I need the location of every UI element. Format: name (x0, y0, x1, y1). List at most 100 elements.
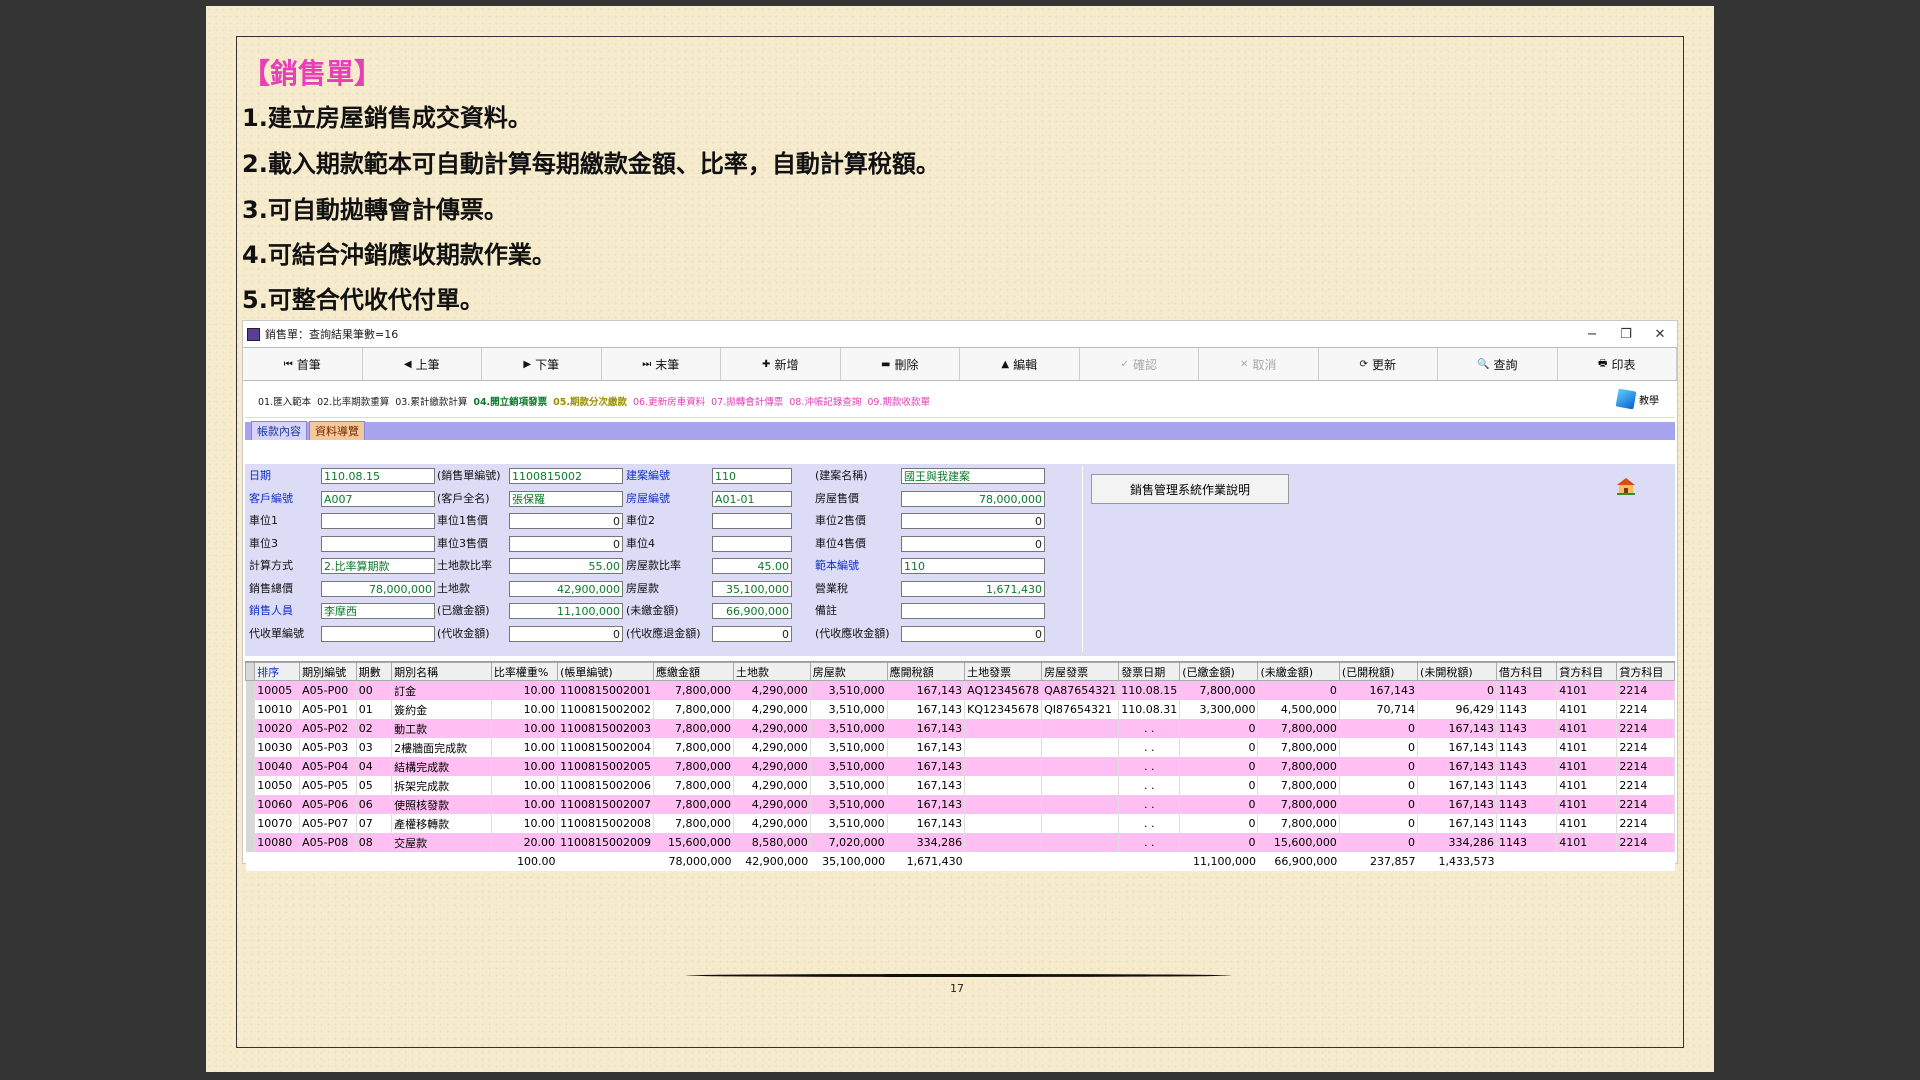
column-header[interactable]: 應繳金額 (653, 662, 734, 681)
tab-account-content[interactable]: 帳款內容 (251, 421, 307, 440)
column-header[interactable]: (已開稅額) (1338, 662, 1419, 681)
column-header[interactable]: (未開稅額) (1417, 662, 1497, 681)
row-indicator[interactable] (245, 719, 256, 738)
field-input[interactable]: 1,671,430 (901, 580, 1045, 597)
table-row[interactable]: 10060 A05-P06 06 使照核發款 10.00 1100815002007 7,8… (245, 795, 1675, 814)
field-input[interactable]: 45.00 (712, 558, 792, 574)
field-label[interactable]: 客戶編號 (245, 490, 321, 508)
field-input[interactable] (321, 625, 435, 642)
toolbar-button-6[interactable]: ▲ 編輯 (960, 348, 1080, 380)
field-input[interactable]: 李摩西 (321, 603, 435, 619)
field-input[interactable]: 1100815002 (509, 468, 623, 484)
column-header[interactable]: 土地發票 (964, 662, 1043, 681)
toolbar-button-7[interactable]: ✓ 確認 (1080, 348, 1199, 380)
column-header[interactable]: 土地款 (732, 662, 811, 681)
column-header[interactable]: 房屋發票 (1041, 662, 1120, 681)
function-tab-1[interactable]: 02.比率期款重算 (314, 394, 392, 408)
field-input[interactable]: A007 (321, 490, 435, 507)
field-input[interactable]: 35,100,000 (712, 580, 792, 597)
column-header[interactable]: 應開稅額 (886, 662, 966, 681)
row-indicator[interactable] (245, 776, 256, 795)
function-tab-3[interactable]: 04.開立銷項發票 (470, 394, 550, 408)
column-header[interactable]: 貸方科目 (1556, 662, 1618, 681)
toolbar-button-8[interactable]: ✕ 取消 (1199, 348, 1319, 380)
row-indicator[interactable] (245, 757, 256, 776)
column-header[interactable]: 期數 (355, 662, 393, 681)
field-label[interactable]: 建案編號 (622, 467, 712, 485)
field-input[interactable]: 55.00 (509, 558, 623, 574)
table-row[interactable]: 10005 A05-P00 00 訂金 10.00 1100815002001 7,800,… (245, 680, 1675, 700)
field-input[interactable]: 0 (901, 513, 1045, 529)
field-input[interactable] (712, 513, 792, 529)
row-indicator[interactable] (245, 738, 256, 757)
row-indicator[interactable] (245, 833, 256, 852)
field-input[interactable]: 2.比率算期款 (321, 558, 435, 574)
column-header[interactable]: 貸方科目 (1616, 662, 1675, 681)
field-input[interactable]: 張保羅 (509, 490, 623, 507)
column-header[interactable]: 房屋款 (809, 662, 888, 681)
row-indicator[interactable] (245, 795, 256, 814)
field-input[interactable]: 110.08.15 (321, 468, 435, 484)
function-tab-4[interactable]: 05.期款分次繳款 (550, 394, 630, 408)
toolbar-button-0[interactable]: ⏮ 首筆 (243, 348, 363, 380)
minimize-icon[interactable]: − (1575, 327, 1609, 342)
tutorial-button[interactable]: 教學 (1615, 388, 1659, 410)
field-label[interactable]: 銷售人員 (245, 602, 321, 620)
function-tab-8[interactable]: 09.期款收款單 (864, 394, 933, 408)
field-input[interactable]: 0 (712, 625, 792, 642)
toolbar-button-2[interactable]: ▶ 下筆 (482, 348, 602, 380)
toolbar-button-9[interactable]: ⟳ 更新 (1319, 348, 1438, 380)
column-header[interactable]: 期別編號 (299, 662, 357, 681)
function-tab-6[interactable]: 07.拋轉會計傳票 (708, 394, 786, 408)
field-input[interactable]: 78,000,000 (321, 580, 435, 597)
toolbar-button-5[interactable]: ▬ 刪除 (841, 348, 960, 380)
row-indicator[interactable] (245, 680, 256, 700)
toolbar-button-10[interactable]: 🔍 查詢 (1438, 348, 1558, 380)
column-header[interactable]: 借方科目 (1495, 662, 1558, 681)
field-label[interactable]: 房屋編號 (622, 490, 712, 508)
field-input[interactable] (901, 603, 1045, 619)
table-row[interactable]: 10070 A05-P07 07 產權移轉款 10.00 1100815002008 7,8… (245, 814, 1675, 833)
row-indicator[interactable] (245, 814, 256, 833)
field-input[interactable]: 78,000,000 (901, 490, 1045, 507)
column-header[interactable]: 期別名稱 (391, 662, 492, 681)
column-header[interactable]: (帳單編號) (557, 662, 655, 681)
table-row[interactable]: 10010 A05-P01 01 簽約金 10.00 1100815002002 7,800… (245, 700, 1675, 719)
row-indicator[interactable] (245, 700, 256, 719)
table-row[interactable]: 10050 A05-P05 05 拆架完成款 10.00 1100815002006 7,8… (245, 776, 1675, 795)
field-input[interactable]: 11,100,000 (509, 603, 623, 619)
table-row[interactable]: 10040 A05-P04 04 結構完成款 10.00 1100815002005 7,8… (245, 757, 1675, 776)
field-input[interactable]: 42,900,000 (509, 580, 623, 597)
column-header[interactable]: (已繳金額) (1179, 662, 1259, 681)
field-input[interactable]: 110 (901, 558, 1045, 574)
table-row[interactable]: 10080 A05-P08 08 交屋款 20.00 1100815002009 15,60… (245, 833, 1675, 852)
toolbar-button-4[interactable]: ✚ 新增 (721, 348, 841, 380)
field-input[interactable]: 0 (901, 535, 1045, 552)
house-icon[interactable] (1615, 476, 1637, 496)
field-input[interactable]: 110 (712, 468, 792, 484)
field-input[interactable] (712, 535, 792, 552)
field-input[interactable]: 0 (901, 625, 1045, 642)
field-input[interactable] (321, 513, 435, 529)
column-header[interactable]: 比率權重% (490, 662, 559, 681)
column-header[interactable]: (未繳金額) (1257, 662, 1340, 681)
column-header[interactable]: 排序 (254, 662, 301, 681)
toolbar-button-3[interactable]: ⏭ 末筆 (602, 348, 721, 380)
field-input[interactable] (321, 535, 435, 552)
toolbar-button-1[interactable]: ◀ 上筆 (363, 348, 482, 380)
field-input[interactable]: 國王與我建案 (901, 468, 1045, 484)
field-input[interactable]: A01-01 (712, 490, 792, 507)
field-label[interactable]: 日期 (245, 467, 321, 485)
field-input[interactable]: 0 (509, 625, 623, 642)
function-tab-7[interactable]: 08.沖帳記錄查詢 (786, 394, 864, 408)
column-header[interactable]: 發票日期 (1118, 662, 1181, 681)
function-tab-0[interactable]: 01.匯入範本 (255, 394, 314, 408)
field-input[interactable]: 66,900,000 (712, 603, 792, 619)
restore-icon[interactable]: ❐ (1609, 327, 1643, 342)
toolbar-button-11[interactable]: 🖶 印表 (1558, 348, 1677, 380)
table-row[interactable]: 10020 A05-P02 02 動工款 10.00 1100815002003 7,800… (245, 719, 1675, 738)
function-tab-5[interactable]: 06.更新房車資料 (630, 394, 708, 408)
function-tab-2[interactable]: 03.累計繳款計算 (392, 394, 470, 408)
close-icon[interactable]: ✕ (1643, 327, 1677, 342)
field-label[interactable]: 範本編號 (811, 557, 901, 575)
